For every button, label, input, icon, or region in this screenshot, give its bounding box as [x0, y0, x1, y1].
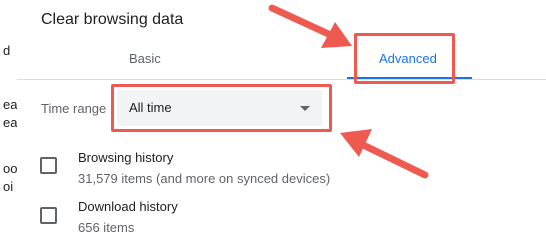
tab-basic[interactable]: Basic — [129, 51, 161, 66]
download-history-checkbox[interactable] — [40, 207, 57, 224]
tabs-divider — [17, 79, 546, 80]
edge-text-fragment: d — [3, 43, 11, 58]
download-history-count: 656 items — [78, 220, 135, 235]
background-page-edge: d ea ea oo oi — [0, 0, 18, 243]
dialog-title: Clear browsing data — [41, 11, 184, 28]
edge-text-fragment: oi — [3, 179, 14, 194]
browsing-history-checkbox[interactable] — [40, 157, 57, 174]
time-range-label: Time range — [41, 101, 107, 116]
edge-text-fragment: ea — [3, 97, 18, 112]
browsing-history-count: 31,579 items (and more on synced devices… — [78, 171, 331, 186]
time-range-highlight-box — [111, 84, 332, 132]
advanced-highlight-box — [354, 33, 455, 84]
browsing-history-title: Browsing history — [78, 150, 174, 165]
edge-text-fragment: oo — [3, 161, 18, 176]
edge-text-fragment: ea — [3, 115, 18, 130]
download-history-title: Download history — [78, 199, 178, 214]
